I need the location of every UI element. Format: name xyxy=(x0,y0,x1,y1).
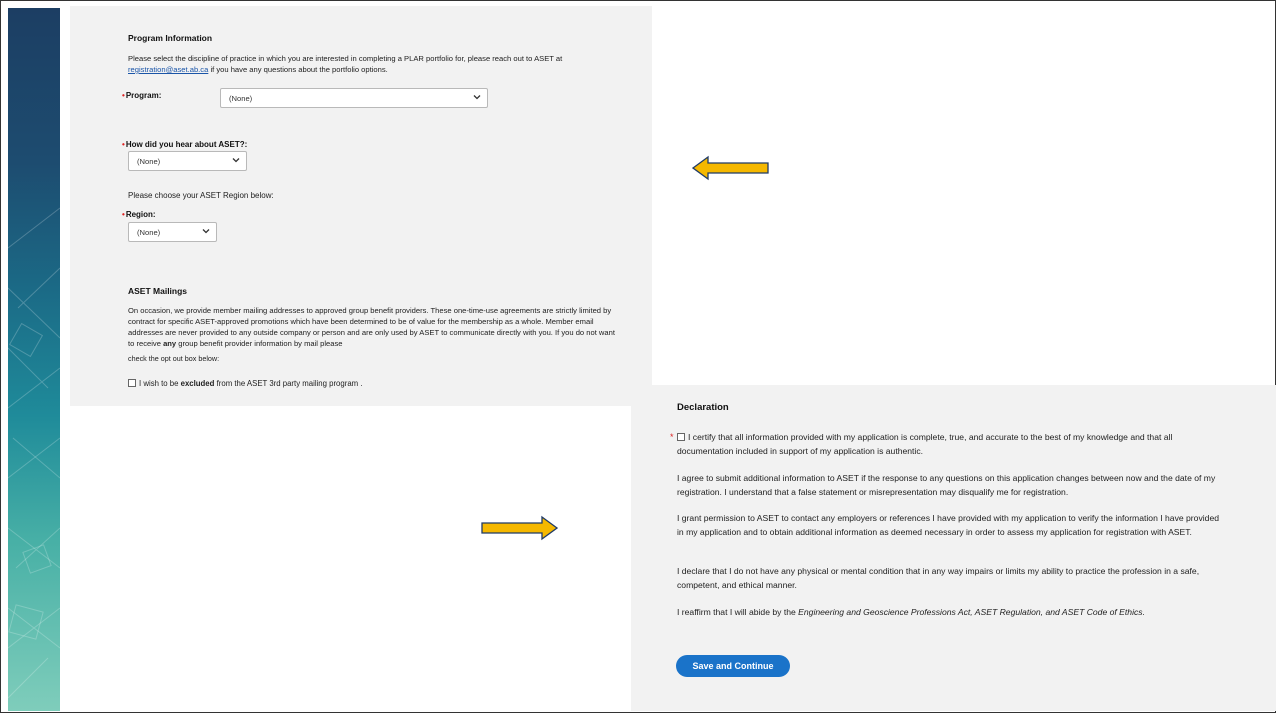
registration-email-link[interactable]: registration@aset.ab.ca xyxy=(128,65,208,74)
hear-about-select[interactable]: (None) xyxy=(128,151,247,171)
mailings-heading: ASET Mailings xyxy=(128,286,188,296)
program-label-text: Program: xyxy=(125,91,162,100)
mailings-text-bold: any xyxy=(163,339,177,348)
program-select[interactable]: (None) xyxy=(220,88,488,108)
certify-text: I certify that all information provided … xyxy=(677,432,1173,456)
decorative-side-strip xyxy=(8,8,60,711)
chevron-down-icon xyxy=(202,229,210,234)
optout-checkbox[interactable] xyxy=(128,379,136,387)
declaration-paragraph-2: I agree to submit additional information… xyxy=(677,473,1216,497)
hear-select-value: (None) xyxy=(137,157,161,166)
intro-text-after: if you have any questions about the port… xyxy=(210,65,388,74)
chevron-down-icon xyxy=(232,158,240,163)
program-label: •Program: xyxy=(122,91,161,100)
certify-checkbox[interactable] xyxy=(677,433,685,441)
intro-text: Please select the discipline of practice… xyxy=(128,54,563,63)
optout-text-after: from the ASET 3rd party mailing program … xyxy=(216,379,363,388)
declaration-paragraph-3: I grant permission to ASET to contact an… xyxy=(677,513,1219,537)
declaration-paragraph-4: I declare that I do not have any physica… xyxy=(677,566,1200,590)
side-strip-pattern xyxy=(8,207,60,699)
reaffirm-text: I reaffirm that I will abide by the xyxy=(677,607,796,617)
save-and-continue-button[interactable]: Save and Continue xyxy=(676,655,790,677)
mailings-text-part2: group benefit provider information by ma… xyxy=(178,339,343,348)
hear-label: •How did you hear about ASET?: xyxy=(122,140,247,149)
declaration-heading: Declaration xyxy=(677,402,729,413)
program-info-intro: Please select the discipline of practice… xyxy=(128,53,608,75)
required-marker: * xyxy=(670,432,674,442)
mailings-text: On occasion, we provide member mailing a… xyxy=(128,305,623,349)
hear-label-text: How did you hear about ASET?: xyxy=(125,140,248,149)
program-select-value: (None) xyxy=(229,94,253,103)
optout-bold: excluded xyxy=(180,379,215,388)
region-prompt: Please choose your ASET Region below: xyxy=(128,191,274,200)
program-info-heading: Program Information xyxy=(128,33,213,43)
optout-row: I wish to be excluded from the ASET 3rd … xyxy=(128,378,363,389)
right-arrow-icon xyxy=(481,515,558,541)
certify-row: I certify that all information provided … xyxy=(677,431,1227,458)
declaration-paragraph-5: I reaffirm that I will abide by the Engi… xyxy=(677,606,1227,620)
region-label-text: Region: xyxy=(125,210,156,219)
region-label: •Region: xyxy=(122,210,156,219)
chevron-down-icon xyxy=(473,95,481,100)
left-arrow-icon xyxy=(692,155,769,181)
required-marker: • xyxy=(122,91,125,100)
required-marker: • xyxy=(122,140,125,149)
region-select-value: (None) xyxy=(137,228,161,237)
region-select[interactable]: (None) xyxy=(128,222,217,242)
optout-text: I wish to be xyxy=(139,379,179,388)
mailings-text-line2: check the opt out box below: xyxy=(128,354,220,363)
reaffirm-acts: Engineering and Geoscience Professions A… xyxy=(798,607,1145,617)
required-marker: • xyxy=(122,210,125,219)
